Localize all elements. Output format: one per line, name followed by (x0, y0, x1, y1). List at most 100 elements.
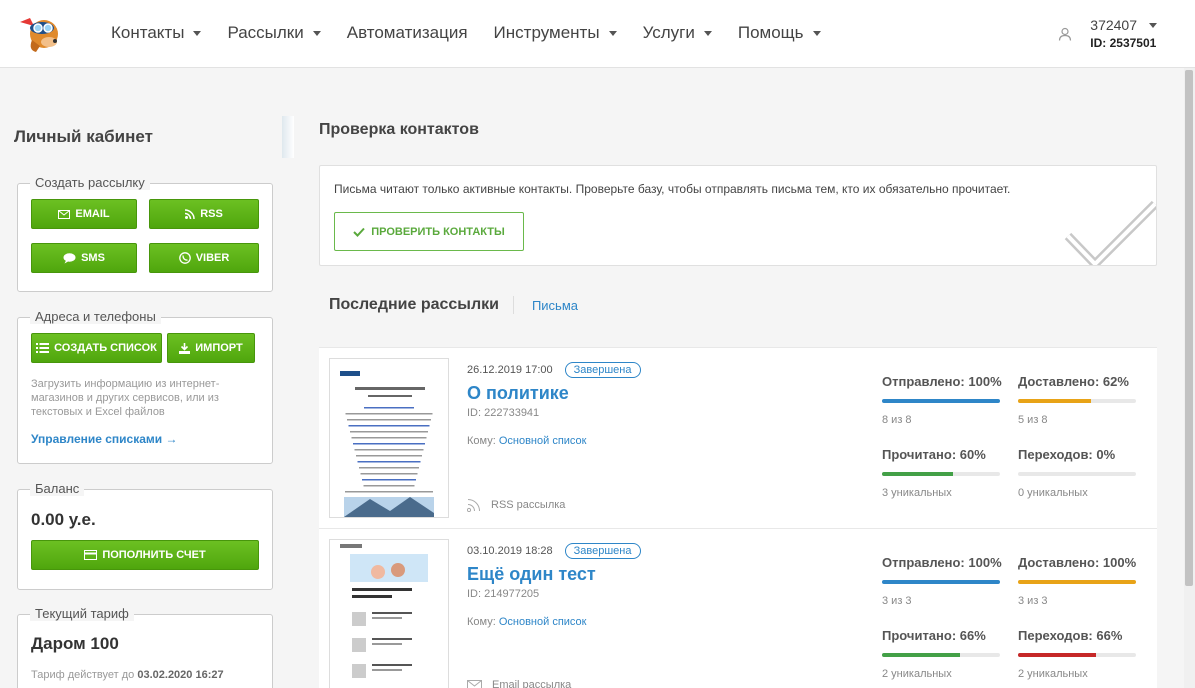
top-bar: Контакты Рассылки Автоматизация Инструменты… (0, 0, 1195, 68)
download-icon (179, 342, 191, 354)
progress-bar (1018, 653, 1136, 657)
email-preview-image (340, 544, 428, 678)
campaign-date-row: 26.12.2019 17:00 Завершена (467, 362, 641, 378)
create-campaign-legend: Создать рассылку (30, 175, 150, 190)
tariff-valid-date: 03.02.2020 16:27 (137, 669, 224, 681)
sms-button[interactable]: SMS (31, 243, 137, 273)
envelope-icon (58, 209, 71, 219)
create-list-button[interactable]: СОЗДАТЬ СПИСОК (31, 333, 162, 363)
tab-recent-campaigns[interactable]: Последние рассылки (329, 296, 514, 314)
campaign-thumbnail[interactable] (329, 539, 449, 688)
import-button[interactable]: ИМПОРТ (167, 333, 255, 363)
campaign-id: ID: 222733941 (467, 407, 540, 419)
chevron-down-icon (608, 30, 617, 36)
progress-bar (882, 399, 1000, 403)
status-badge: Завершена (564, 362, 641, 378)
import-hint: Загрузить информацию из интернет-магазин… (31, 378, 220, 418)
campaign-recipients: Кому: Основной список (467, 616, 586, 628)
nav-item-4[interactable]: Услуги (643, 23, 712, 43)
user-account[interactable]: 372407 ID: 2537501 (1090, 17, 1157, 50)
viber-icon (178, 252, 191, 264)
campaign-id: ID: 214977205 (467, 588, 540, 600)
contacts-box: Адреса и телефоны СОЗДАТЬ СПИСОК ИМПОРТ … (17, 309, 273, 464)
email-button[interactable]: EMAIL (31, 199, 137, 229)
large-checkmark-icon (1064, 200, 1156, 265)
progress-bar (1018, 399, 1136, 403)
rss-button[interactable]: RSS (149, 199, 259, 229)
campaign-type-label: Email рассылка (492, 679, 572, 688)
user-icon[interactable] (1058, 27, 1072, 41)
progress-bar-fill (1018, 580, 1136, 584)
campaign-row[interactable]: 26.12.2019 17:00 Завершена О политике ID: 2… (319, 347, 1157, 528)
nav-item-0[interactable]: Контакты (111, 23, 202, 43)
campaign-date: 03.10.2019 18:28 (467, 545, 553, 557)
scrollbar-thumb[interactable] (1185, 70, 1193, 586)
email-preview-image (340, 371, 434, 517)
stat-label: Доставлено: 100% (1018, 555, 1137, 570)
stat-sub: 8 из 8 (882, 414, 912, 426)
campaign-type: Email рассылка (467, 679, 571, 688)
campaign-name[interactable]: О политике (467, 383, 569, 404)
campaign-stat: Переходов: 66% 2 уникальных (1018, 628, 1136, 680)
recipients-list-link[interactable]: Основной список (499, 616, 587, 628)
stat-label: Отправлено: 100% (882, 555, 1002, 570)
manage-lists-link[interactable]: Управление списками → (31, 432, 178, 446)
progress-bar-fill (882, 399, 1000, 403)
recipients-label: Кому: (467, 435, 499, 447)
recipients-list-link[interactable]: Основной список (499, 435, 587, 447)
campaign-stat: Доставлено: 62% 5 из 8 (1018, 374, 1136, 426)
tab-letters[interactable]: Письма (532, 298, 578, 313)
top-up-button[interactable]: ПОПОЛНИТЬ СЧЕТ (31, 540, 259, 570)
nav-item-1[interactable]: Рассылки (227, 23, 321, 43)
stat-sub: 5 из 8 (1018, 414, 1048, 426)
nav-item-3[interactable]: Инструменты (494, 23, 617, 43)
campaign-thumbnail[interactable] (329, 358, 449, 518)
viber-button[interactable]: VIBER (149, 243, 259, 273)
page-title: Проверка контактов (319, 121, 479, 138)
import-label: ИМПОРТ (195, 342, 243, 354)
stat-sub: 0 уникальных (1018, 487, 1088, 499)
check-contacts-button-label: ПРОВЕРИТЬ КОНТАКТЫ (371, 225, 505, 238)
campaign-type: RSS рассылка (467, 498, 565, 512)
create-campaign-box: Создать рассылку EMAIL RSS SMS VIBER (17, 175, 273, 292)
campaign-name[interactable]: Ещё один тест (467, 564, 596, 585)
check-contacts-button[interactable]: ПРОВЕРИТЬ КОНТАКТЫ (334, 212, 524, 251)
progress-bar (882, 472, 1000, 476)
stat-sub: 2 уникальных (1018, 668, 1088, 680)
nav-item-5[interactable]: Помощь (738, 23, 821, 43)
chat-bubble-icon (63, 252, 76, 263)
progress-bar (882, 653, 1000, 657)
balance-legend: Баланс (30, 481, 85, 496)
progress-bar (1018, 580, 1136, 584)
nav-item-label: Услуги (642, 23, 695, 42)
rss-icon (467, 499, 480, 512)
check-contacts-card: Письма читают только активные контакты. … (319, 165, 1157, 266)
chevron-down-icon (312, 30, 321, 36)
campaign-date: 26.12.2019 17:00 (467, 364, 553, 376)
stat-label: Доставлено: 62% (1018, 374, 1129, 389)
stat-sub: 3 уникальных (882, 487, 952, 499)
tariff-box: Текущий тариф Даром 100 Тариф действует … (17, 606, 273, 688)
chevron-down-icon (193, 30, 202, 36)
top-up-label: ПОПОЛНИТЬ СЧЕТ (102, 549, 206, 561)
nav-item-label: Инструменты (493, 23, 600, 42)
create-list-label: СОЗДАТЬ СПИСОК (54, 342, 157, 354)
campaign-row[interactable]: 03.10.2019 18:28 Завершена Ещё один тест ID… (319, 528, 1157, 688)
credit-card-icon (84, 550, 98, 560)
envelope-icon (467, 679, 482, 688)
nav-item-label: Контакты (111, 23, 185, 42)
nav-item-2[interactable]: Автоматизация (347, 23, 468, 43)
contacts-legend: Адреса и телефоны (30, 309, 161, 324)
campaign-stat: Прочитано: 66% 2 уникальных (882, 628, 1000, 680)
chevron-down-icon (703, 30, 712, 36)
stat-label: Отправлено: 100% (882, 374, 1002, 389)
tariff-validity: Тариф действует до 03.02.2020 16:27 (31, 668, 256, 682)
stat-label: Прочитано: 66% (882, 628, 986, 643)
check-icon (353, 227, 365, 237)
campaign-tabs: Последние рассылки Письма (329, 289, 578, 321)
stat-label: Переходов: 0% (1018, 447, 1116, 462)
chevron-down-icon (1149, 22, 1157, 28)
status-badge: Завершена (564, 543, 641, 559)
tariff-valid-prefix: Тариф действует до (31, 669, 138, 681)
logo-icon[interactable] (16, 12, 62, 54)
